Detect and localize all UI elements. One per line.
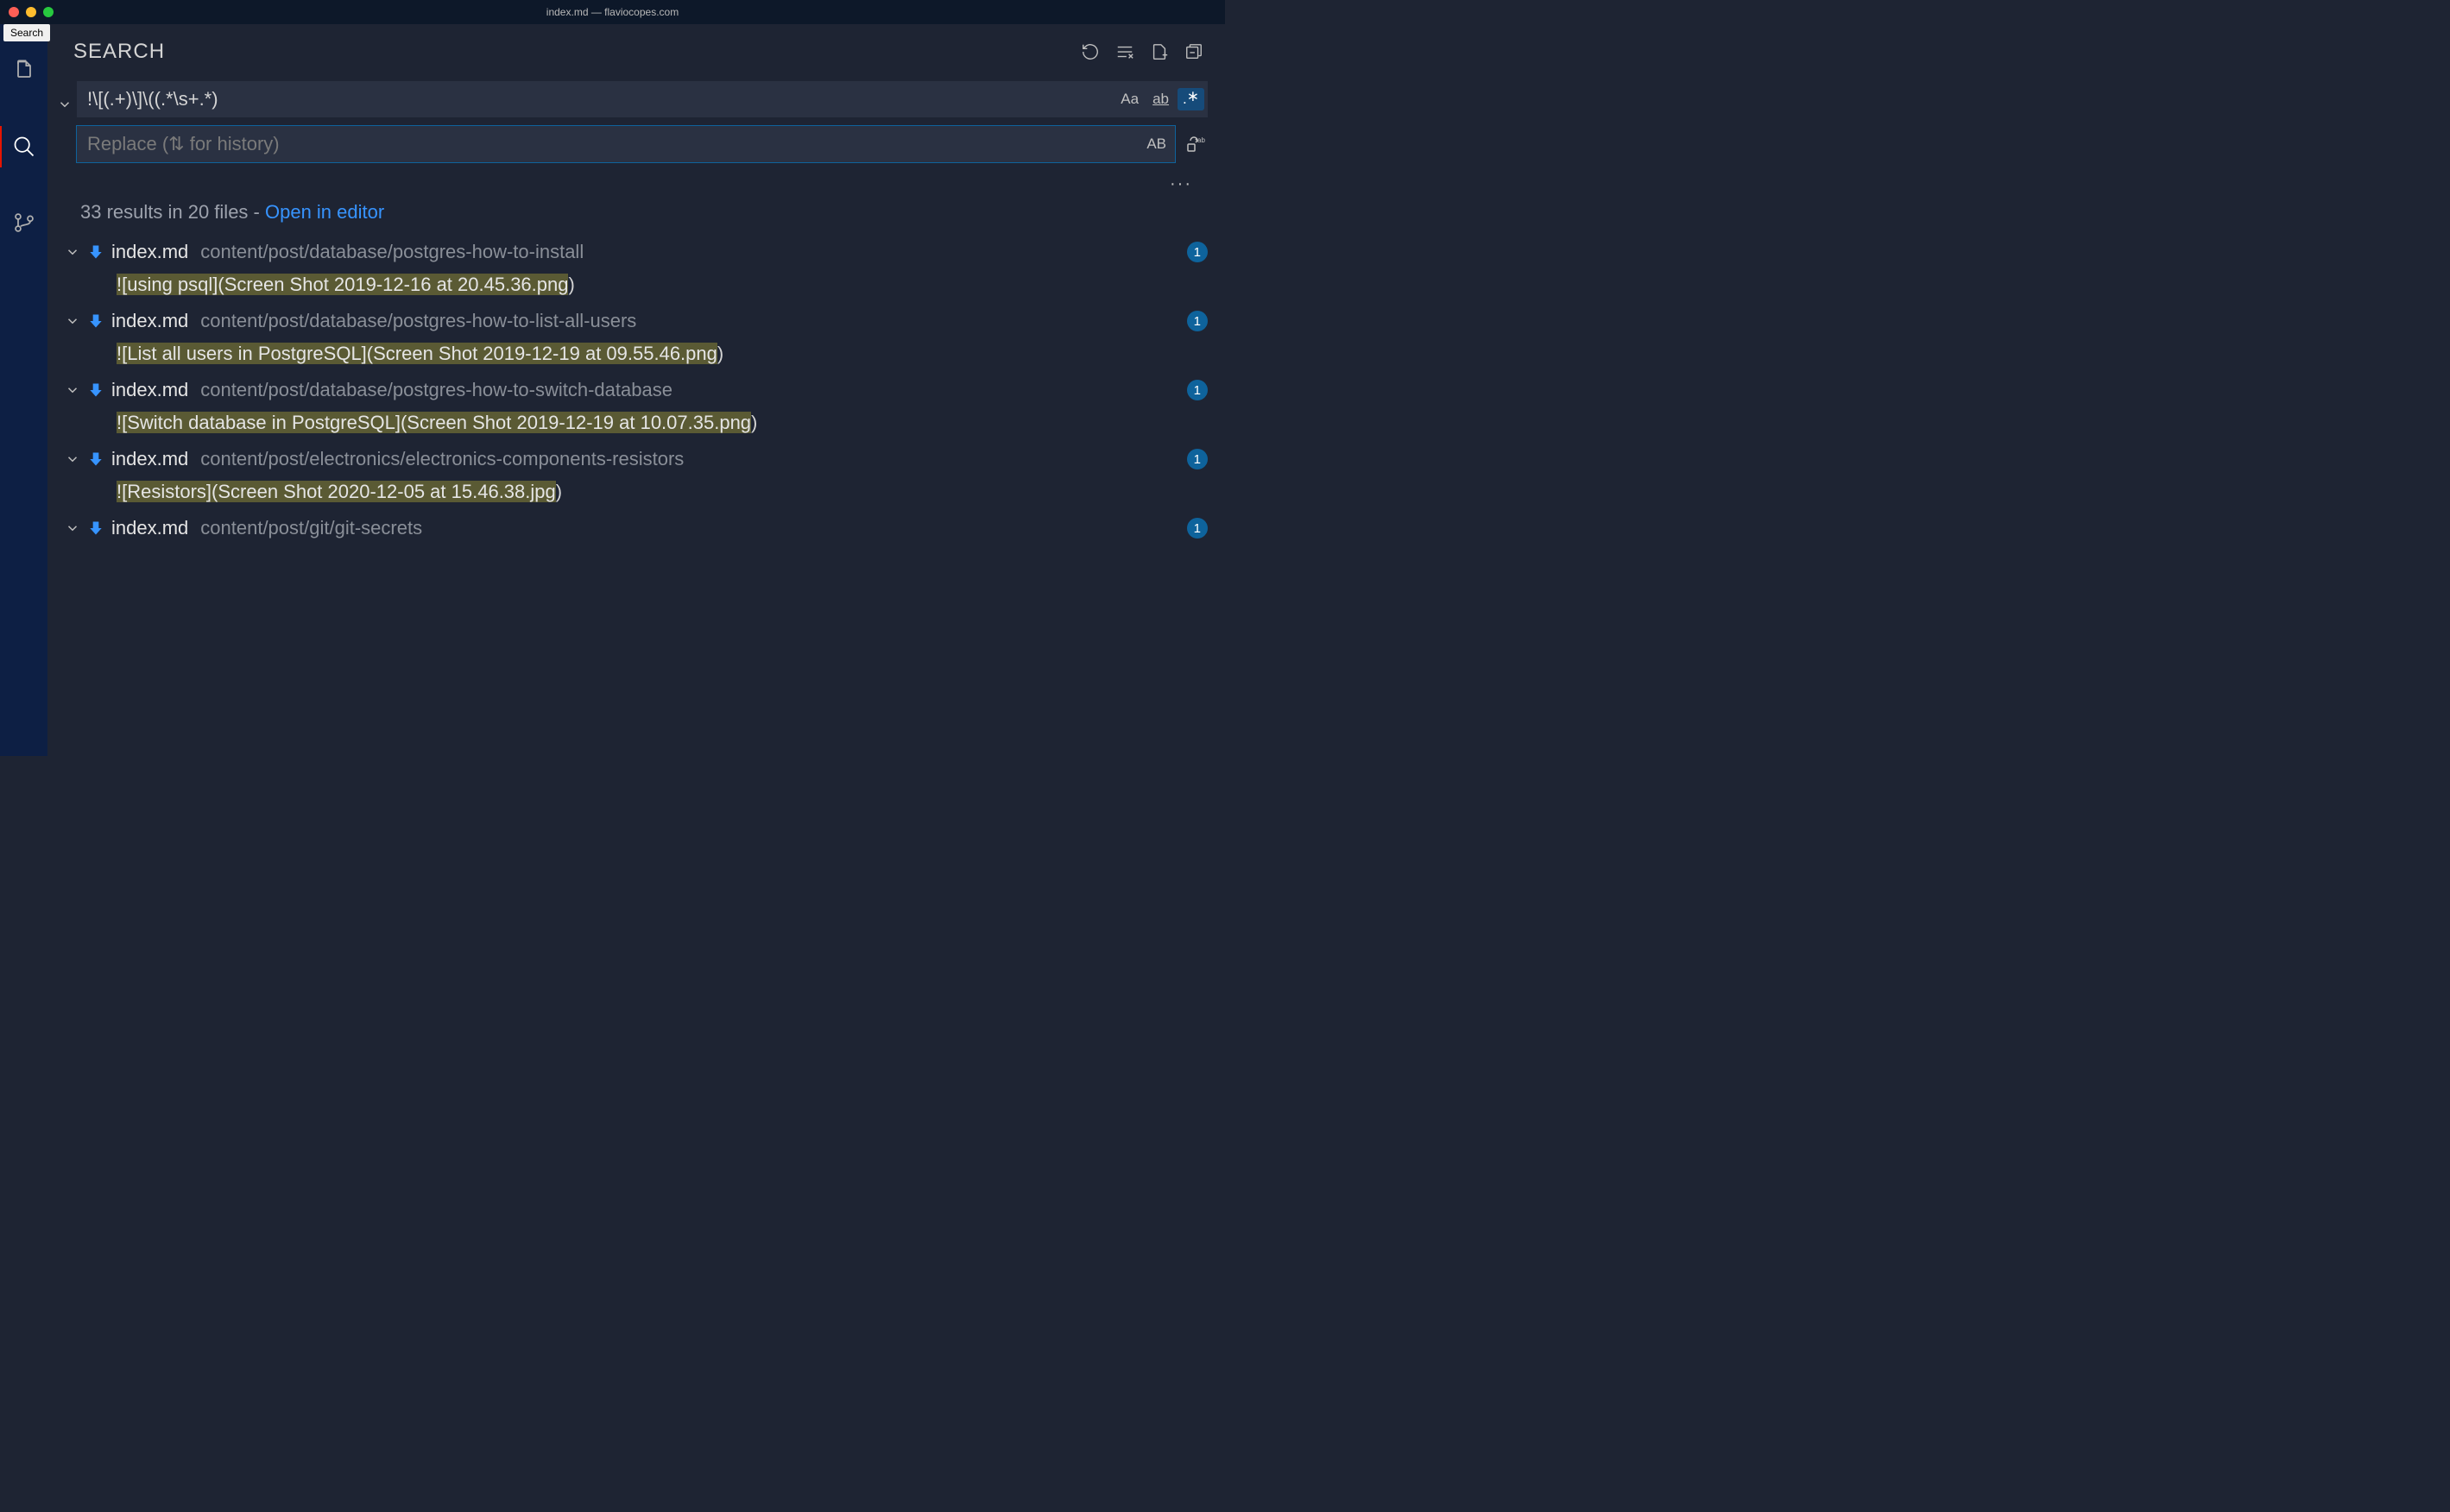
chevron-down-icon [65, 451, 80, 467]
chevron-down-icon [65, 520, 80, 536]
search-icon [12, 135, 36, 159]
result-file-header[interactable]: index.md content/post/database/postgres-… [65, 305, 1225, 337]
result-file-path: content/post/database/postgres-how-to-in… [200, 241, 1179, 263]
result-file-name: index.md [111, 448, 188, 470]
result-file-name: index.md [111, 379, 188, 401]
files-icon [12, 59, 36, 83]
window-title: index.md — flaviocopes.com [546, 6, 679, 18]
result-file-path: content/post/git/git-secrets [200, 517, 1179, 539]
chevron-down-icon [65, 244, 80, 260]
sidebar-title: SEARCH [73, 40, 165, 64]
markdown-file-icon [87, 312, 104, 330]
result-file-name: index.md [111, 310, 188, 332]
result-file-path: content/post/database/postgres-how-to-sw… [200, 379, 1179, 401]
match-highlight: ![Switch database in PostgreSQL](Screen … [117, 412, 751, 433]
preserve-case-toggle[interactable]: AB [1141, 133, 1171, 155]
result-match-line[interactable]: ![Resistors](Screen Shot 2020-12-05 at 1… [65, 476, 1225, 508]
replace-all-button[interactable]: ab [1184, 134, 1208, 154]
activity-bar [0, 24, 47, 756]
explorer-activity[interactable] [0, 50, 47, 91]
result-file-group: index.md content/post/database/postgres-… [65, 305, 1225, 370]
result-file-name: index.md [111, 517, 188, 539]
result-file-group: index.md content/post/database/postgres-… [65, 236, 1225, 301]
match-case-toggle[interactable]: Aa [1115, 88, 1144, 110]
markdown-file-icon [87, 520, 104, 537]
search-input[interactable] [87, 88, 1115, 110]
result-count-badge: 1 [1187, 380, 1208, 400]
match-highlight: ![using psql](Screen Shot 2019-12-16 at … [117, 274, 568, 295]
use-regex-toggle[interactable]: .∗ [1178, 88, 1204, 110]
results-summary: 33 results in 20 files - Open in editor [47, 194, 1225, 236]
result-file-name: index.md [111, 241, 188, 263]
replace-all-icon: ab [1185, 134, 1206, 154]
chevron-down-icon [65, 382, 80, 398]
open-in-editor-link[interactable]: Open in editor [265, 201, 384, 223]
match-highlight: ![Resistors](Screen Shot 2020-12-05 at 1… [117, 481, 556, 502]
close-window-button[interactable] [9, 7, 19, 17]
result-file-path: content/post/database/postgres-how-to-li… [200, 310, 1179, 332]
markdown-file-icon [87, 243, 104, 261]
titlebar: index.md — flaviocopes.com [0, 0, 1225, 24]
result-match-line[interactable]: ![using psql](Screen Shot 2019-12-16 at … [65, 268, 1225, 301]
chevron-down-icon [65, 313, 80, 329]
result-match-line[interactable]: ![List all users in PostgreSQL](Screen S… [65, 337, 1225, 370]
result-match-line[interactable]: ![Switch database in PostgreSQL](Screen … [65, 406, 1225, 439]
match-whole-word-toggle[interactable]: ab [1147, 88, 1174, 110]
markdown-file-icon [87, 450, 104, 468]
search-sidebar: SEARCH Aa ab .∗ [47, 24, 1225, 756]
refresh-icon[interactable] [1081, 42, 1100, 61]
branch-icon [12, 211, 36, 235]
search-tooltip: Search [3, 24, 50, 41]
result-file-header[interactable]: index.md content/post/database/postgres-… [65, 236, 1225, 268]
result-count-badge: 1 [1187, 518, 1208, 539]
result-count-badge: 1 [1187, 311, 1208, 331]
minimize-window-button[interactable] [26, 7, 36, 17]
source-control-activity[interactable] [0, 202, 47, 243]
maximize-window-button[interactable] [43, 7, 54, 17]
result-count-badge: 1 [1187, 242, 1208, 262]
collapse-all-icon[interactable] [1184, 42, 1203, 61]
match-highlight: ![List all users in PostgreSQL](Screen S… [117, 343, 717, 364]
svg-text:ab: ab [1197, 136, 1205, 144]
toggle-replace-button[interactable] [56, 81, 73, 112]
result-file-header[interactable]: index.md content/post/git/git-secrets 1 [65, 512, 1225, 545]
replace-input[interactable] [87, 133, 1141, 155]
new-search-editor-icon[interactable] [1150, 42, 1169, 61]
result-file-path: content/post/electronics/electronics-com… [200, 448, 1179, 470]
result-file-header[interactable]: index.md content/post/electronics/electr… [65, 443, 1225, 476]
chevron-down-icon [57, 97, 73, 112]
result-file-group: index.md content/post/database/postgres-… [65, 374, 1225, 439]
result-count-badge: 1 [1187, 449, 1208, 469]
replace-input-container: AB [77, 126, 1175, 162]
search-input-container: Aa ab .∗ [77, 81, 1208, 117]
search-activity[interactable] [0, 126, 47, 167]
result-file-group: index.md content/post/electronics/electr… [65, 443, 1225, 508]
clear-results-icon[interactable] [1115, 42, 1134, 61]
result-file-group: index.md content/post/git/git-secrets 1 [65, 512, 1225, 545]
traffic-lights [9, 7, 54, 17]
markdown-file-icon [87, 381, 104, 399]
toggle-search-details[interactable]: ··· [77, 174, 1208, 194]
results-list: index.md content/post/database/postgres-… [47, 236, 1225, 756]
result-file-header[interactable]: index.md content/post/database/postgres-… [65, 374, 1225, 406]
